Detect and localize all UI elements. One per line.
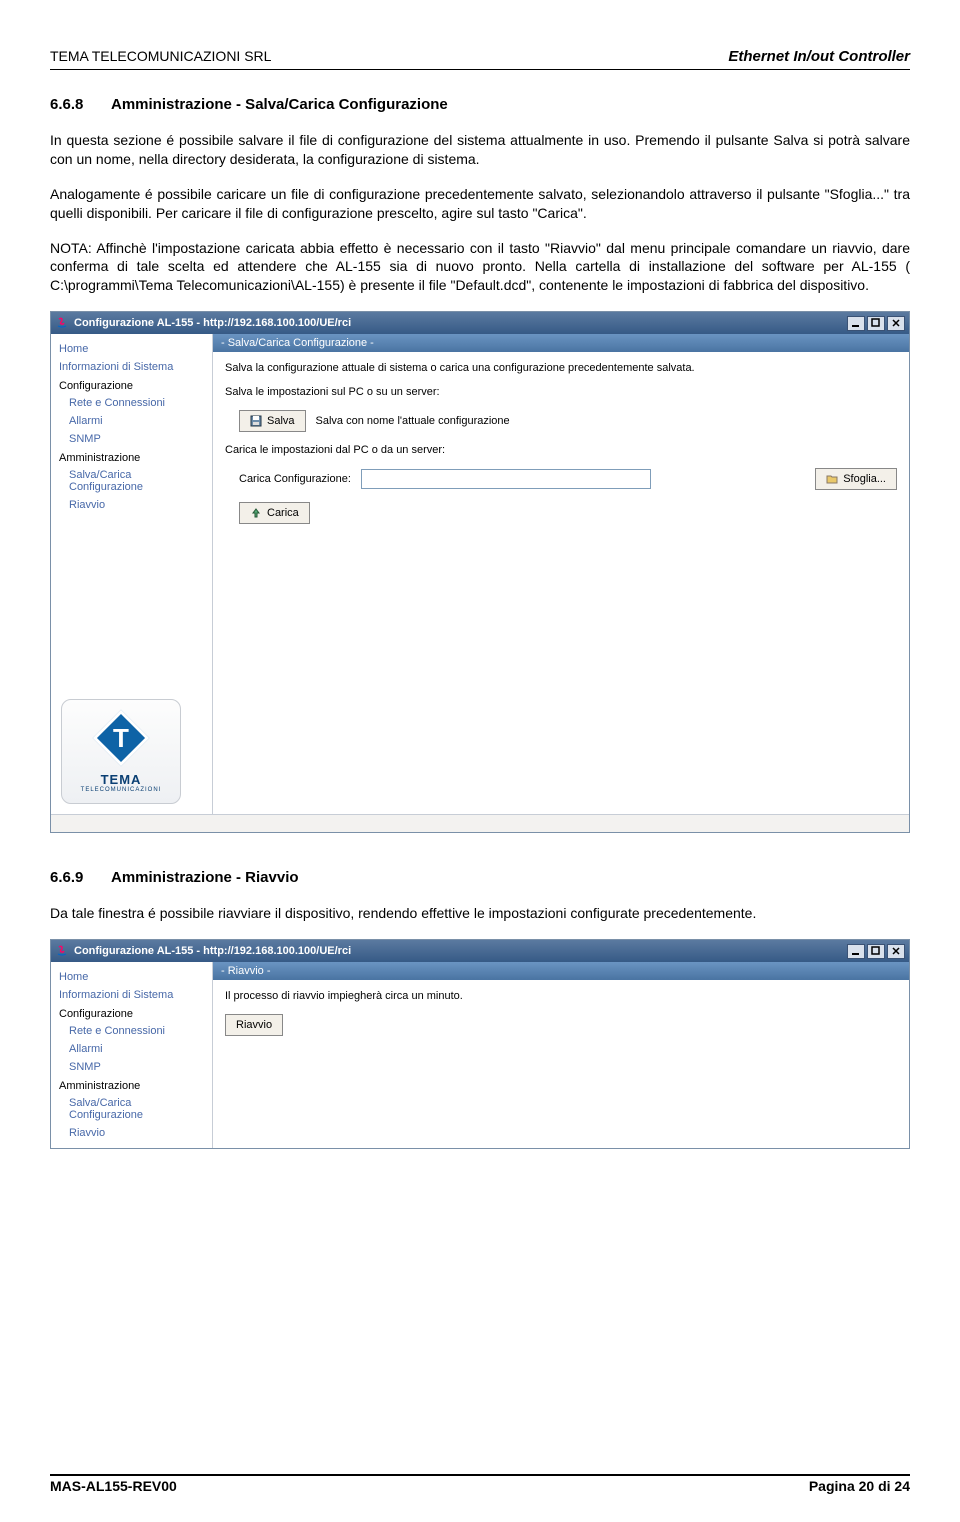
section2-paragraph-1: Da tale finestra é possibile riavviare i… <box>50 904 910 923</box>
maximize-button[interactable] <box>867 316 885 331</box>
panel-intro: Salva la configurazione attuale di siste… <box>225 362 897 374</box>
sidebar-salva[interactable]: Salva/Carica Configurazione <box>51 1094 212 1124</box>
sidebar-riavvio[interactable]: Riavvio <box>51 496 212 514</box>
sidebar-admin-section: Amministrazione <box>51 448 212 466</box>
sidebar-snmp[interactable]: SNMP <box>51 430 212 448</box>
sidebar-admin-section: Amministrazione <box>51 1076 212 1094</box>
java-icon <box>55 316 69 330</box>
titlebar[interactable]: Configurazione AL-155 - http://192.168.1… <box>51 312 909 334</box>
load-heading: Carica le impostazioni dal PC o da un se… <box>225 444 897 456</box>
header-rule <box>50 69 910 70</box>
section1-paragraph-2: Analogamente é possibile caricare un fil… <box>50 185 910 223</box>
config-window-1: Configurazione AL-155 - http://192.168.1… <box>50 311 910 833</box>
save-heading: Salva le impostazioni sul PC o su un ser… <box>225 386 897 398</box>
sidebar-config-section: Configurazione <box>51 376 212 394</box>
status-bar <box>51 814 909 832</box>
save-button-label: Salva <box>267 415 295 427</box>
riavvio-intro: Il processo di riavvio impiegherà circa … <box>225 990 897 1002</box>
section1-title: Amministrazione - Salva/Carica Configura… <box>111 96 448 113</box>
footer-left: MAS-AL155-REV00 <box>50 1478 177 1494</box>
sidebar-config-section: Configurazione <box>51 1004 212 1022</box>
titlebar-2[interactable]: Configurazione AL-155 - http://192.168.1… <box>51 940 909 962</box>
java-icon <box>55 944 69 958</box>
panel-heading: - Salva/Carica Configurazione - <box>213 334 909 352</box>
sidebar-salva[interactable]: Salva/Carica Configurazione <box>51 466 212 496</box>
footer-right: Pagina 20 di 24 <box>809 1478 910 1494</box>
load-button[interactable]: Carica <box>239 502 310 524</box>
section1-number: 6.6.8 <box>50 96 83 113</box>
window-title-2: Configurazione AL-155 - http://192.168.1… <box>74 945 847 957</box>
save-help: Salva con nome l'attuale configurazione <box>316 415 510 427</box>
logo-sub: TELECOMUNICAZIONI <box>81 787 162 793</box>
section1-paragraph-3: NOTA: Affinchè l'impostazione caricata a… <box>50 239 910 296</box>
riavvio-button[interactable]: Riavvio <box>225 1014 283 1036</box>
sidebar-allarmi[interactable]: Allarmi <box>51 1040 212 1058</box>
close-button[interactable] <box>887 944 905 959</box>
sidebar-rete[interactable]: Rete e Connessioni <box>51 1022 212 1040</box>
minimize-button[interactable] <box>847 944 865 959</box>
sidebar-rete[interactable]: Rete e Connessioni <box>51 394 212 412</box>
doc-header-left: TEMA TELECOMUNICAZIONI SRL <box>50 48 271 64</box>
load-label: Carica Configurazione: <box>239 473 351 485</box>
section2-title: Amministrazione - Riavvio <box>111 869 299 886</box>
browse-button-label: Sfoglia... <box>843 473 886 485</box>
sidebar-home[interactable]: Home <box>51 968 212 986</box>
save-icon <box>250 415 262 427</box>
riavvio-button-label: Riavvio <box>236 1019 272 1031</box>
sidebar-snmp[interactable]: SNMP <box>51 1058 212 1076</box>
panel-heading-2: - Riavvio - <box>213 962 909 980</box>
logo-brand: TEMA <box>101 772 142 787</box>
config-window-2: Configurazione AL-155 - http://192.168.1… <box>50 939 910 1149</box>
config-path-input[interactable] <box>361 469 651 489</box>
sidebar-2: Home Informazioni di Sistema Configurazi… <box>51 962 213 1148</box>
section2-number: 6.6.9 <box>50 869 83 886</box>
browse-button[interactable]: Sfoglia... <box>815 468 897 490</box>
folder-open-icon <box>826 473 838 485</box>
section1-paragraph-1: In questa sezione é possibile salvare il… <box>50 131 910 169</box>
sidebar-info[interactable]: Informazioni di Sistema <box>51 986 212 1004</box>
sidebar-riavvio[interactable]: Riavvio <box>51 1124 212 1142</box>
sidebar-allarmi[interactable]: Allarmi <box>51 412 212 430</box>
sidebar-info[interactable]: Informazioni di Sistema <box>51 358 212 376</box>
upload-icon <box>250 507 262 519</box>
maximize-button[interactable] <box>867 944 885 959</box>
tema-logo: T TEMA TELECOMUNICAZIONI <box>61 699 181 804</box>
window-title: Configurazione AL-155 - http://192.168.1… <box>74 317 847 329</box>
doc-header-right: Ethernet In/out Controller <box>728 48 910 65</box>
close-button[interactable] <box>887 316 905 331</box>
footer-rule <box>50 1474 910 1476</box>
load-button-label: Carica <box>267 507 299 519</box>
sidebar-home[interactable]: Home <box>51 340 212 358</box>
minimize-button[interactable] <box>847 316 865 331</box>
save-button[interactable]: Salva <box>239 410 306 432</box>
